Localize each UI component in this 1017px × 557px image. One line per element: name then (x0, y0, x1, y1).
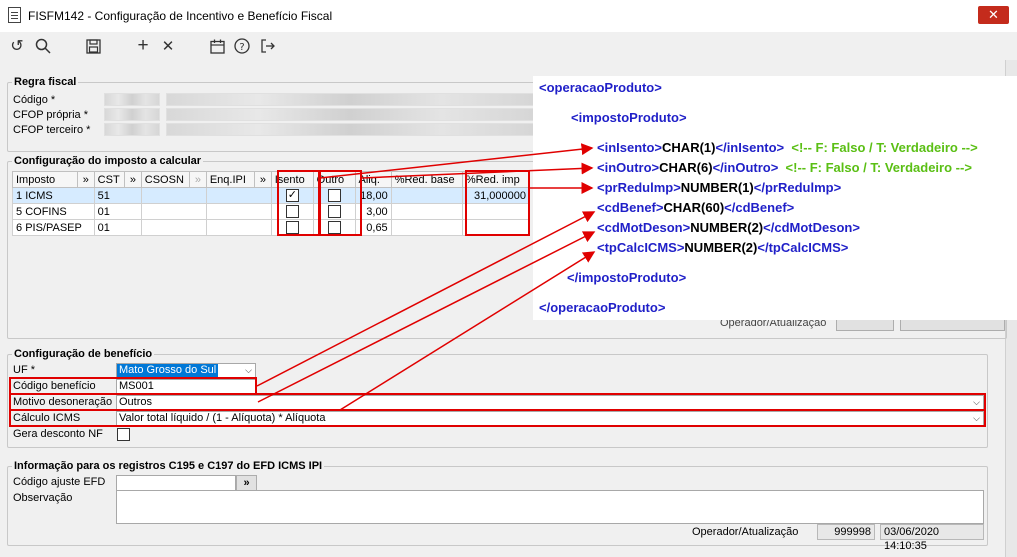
codigo-desc-redacted (166, 93, 534, 106)
col-imposto[interactable]: Imposto (12, 171, 78, 188)
gera-desconto-label: Gera desconto NF (13, 428, 103, 440)
cell-red-base[interactable] (390, 187, 463, 204)
col-cst-lookup[interactable]: » (124, 171, 142, 188)
table-row[interactable]: 5 COFINS 01 3,00 (12, 203, 531, 220)
cell-imposto[interactable]: 5 COFINS (12, 203, 95, 220)
cell-imposto[interactable]: 6 PIS/PASEP (12, 219, 95, 236)
xml-imposto-close: </impostoProduto> (567, 270, 687, 285)
save-icon[interactable] (83, 36, 103, 56)
xml-panel: <operacaoProduto> <impostoProduto> <inIs… (533, 76, 1017, 320)
cell-cst[interactable]: 01 (93, 203, 142, 220)
observacao-textarea[interactable] (116, 490, 984, 524)
col-enq-ipi[interactable]: Enq.IPI (205, 171, 256, 188)
xml-operacao-close: </operacaoProduto> (539, 300, 666, 315)
cfop-propria-field-redacted[interactable] (104, 108, 160, 121)
codigo-ajuste-label: Código ajuste EFD (13, 476, 106, 488)
imposto-table: Imposto » CST » CSOSN » Enq.IPI » Isento… (12, 171, 531, 236)
col-imposto-lookup[interactable]: » (76, 171, 95, 188)
cfop-terceiro-label: CFOP terceiro * (13, 124, 91, 136)
efd-title: Informação para os registros C195 e C197… (12, 460, 325, 472)
uf-selected-value: Mato Grosso do Sul (117, 364, 219, 377)
calculo-highlight (9, 409, 986, 427)
efd-data-value: 03/06/2020 14:10:35 (880, 524, 984, 552)
codigo-label: Código * (13, 94, 56, 106)
cell-cst[interactable]: 01 (93, 219, 142, 236)
cfop-propria-label: CFOP própria * (13, 109, 88, 121)
regra-fiscal-title: Regra fiscal (12, 76, 79, 88)
cfop-terceiro-desc-redacted (166, 123, 534, 136)
col-red-base[interactable]: %Red. base (390, 171, 463, 188)
xml-prredulmp: <prRedulmp>NUMBER(1)</prRedulmp> (597, 180, 842, 195)
red-imp-highlight (465, 170, 530, 236)
imposto-title: Configuração do imposto a calcular (12, 155, 204, 167)
cell-enq-ipi[interactable] (205, 187, 272, 204)
cell-csosn[interactable] (140, 187, 207, 204)
uf-label: UF * (13, 364, 35, 376)
cell-csosn[interactable] (140, 203, 207, 220)
codigo-ajuste-input[interactable] (116, 475, 236, 491)
xml-imposto-open: <impostoProduto> (571, 110, 687, 125)
table-header-row: Imposto » CST » CSOSN » Enq.IPI » Isento… (12, 171, 531, 188)
uf-select[interactable]: Mato Grosso do Sul ⌵ (116, 363, 256, 378)
undo-icon[interactable]: ↺ (7, 36, 27, 56)
cell-enq-ipi[interactable] (205, 219, 272, 236)
document-icon (8, 7, 21, 23)
cell-red-base[interactable] (390, 203, 463, 220)
outro-highlight (319, 170, 362, 236)
isento-highlight (277, 170, 320, 236)
xml-tpcalcicms: <tpCalcICMS>NUMBER(2)</tpCalcICMS> (597, 240, 849, 255)
col-enq-lookup[interactable]: » (254, 171, 272, 188)
efd-operador-value: 999998 (817, 524, 875, 540)
help-icon[interactable]: ? (232, 36, 252, 56)
add-icon[interactable]: + (133, 35, 153, 56)
cfop-terceiro-field-redacted[interactable] (104, 123, 160, 136)
cell-red-base[interactable] (390, 219, 463, 236)
gera-desconto-checkbox[interactable] (117, 428, 130, 441)
chevron-down-icon: ⌵ (245, 365, 252, 375)
codigo-field-redacted[interactable] (104, 93, 160, 106)
observacao-label: Observação (13, 492, 73, 504)
calendar-icon[interactable] (207, 36, 227, 56)
col-csosn-lookup[interactable]: » (189, 171, 207, 188)
cfop-propria-desc-redacted (166, 108, 534, 121)
codigo-ajuste-lookup-button[interactable]: » (236, 475, 257, 491)
xml-cdbenef: <cdBenef>CHAR(60)</cdBenef> (597, 200, 795, 215)
beneficio-title: Configuração de benefício (12, 348, 155, 360)
cell-enq-ipi[interactable] (205, 203, 272, 220)
xml-cdmotdeson: <cdMotDeson>NUMBER(2)</cdMotDeson> (597, 220, 860, 235)
xml-inisento: <inIsento>CHAR(1)</inIsento> <!-- F: Fal… (597, 140, 978, 155)
xml-operacao-open: <operacaoProduto> (539, 80, 662, 95)
cell-cst[interactable]: 51 (93, 187, 142, 204)
col-csosn[interactable]: CSOSN (140, 171, 191, 188)
table-row[interactable]: 1 ICMS5118,0031,000000 (12, 187, 531, 204)
delete-icon[interactable]: ✕ (158, 36, 178, 56)
exit-icon[interactable] (258, 36, 278, 56)
table-row[interactable]: 6 PIS/PASEP 01 0,65 (12, 219, 531, 236)
efd-operador-label: Operador/Atualização (692, 526, 799, 538)
close-button[interactable]: ✕ (978, 6, 1009, 24)
cell-csosn[interactable] (140, 219, 207, 236)
toolbar: ↺ + ✕ ? (0, 32, 1017, 60)
xml-inoutro: <inOutro>CHAR(6)</inOutro> <!-- F: Falso… (597, 160, 972, 175)
svg-text:?: ? (239, 42, 244, 53)
search-icon[interactable] (33, 36, 53, 56)
window-title: FISFM142 - Configuração de Incentivo e B… (28, 9, 333, 23)
col-cst[interactable]: CST (93, 171, 126, 188)
cell-imposto[interactable]: 1 ICMS (12, 187, 95, 204)
